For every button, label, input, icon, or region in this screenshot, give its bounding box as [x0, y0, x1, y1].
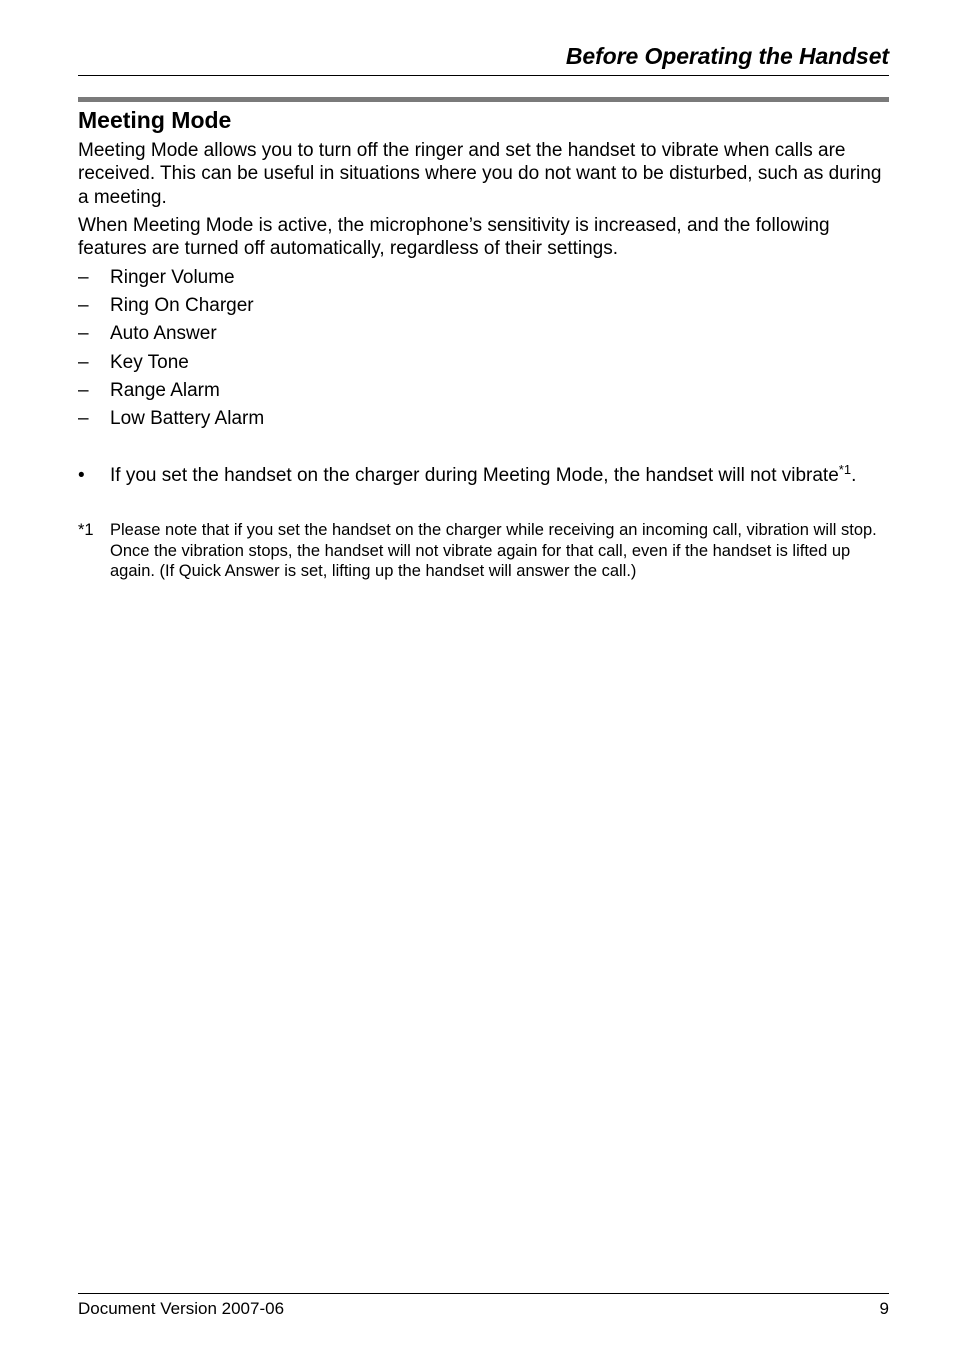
list-item: – Ringer Volume — [78, 264, 264, 292]
running-header-title: Before Operating the Handset — [565, 43, 889, 69]
intro-paragraph: Meeting Mode allows you to turn off the … — [78, 140, 882, 208]
section-divider-bar — [78, 97, 889, 102]
dash-marker: – — [78, 351, 89, 373]
note-text: If you set the handset on the charger du… — [110, 465, 839, 486]
charger-note-text: If you set the handset on the charger du… — [110, 461, 889, 490]
list-item: – Ring On Charger — [78, 292, 264, 320]
list-item-label: Ring On Charger — [110, 295, 254, 317]
dash-marker: – — [78, 323, 89, 345]
list-item-label: Ringer Volume — [110, 267, 235, 288]
list-item-label: Key Tone — [110, 351, 189, 373]
charger-note: • If you set the handset on the charger … — [78, 461, 889, 490]
footnote-reference: *1 — [838, 462, 852, 477]
dash-marker: – — [78, 379, 89, 401]
footer-divider — [78, 1293, 889, 1294]
dash-marker: – — [78, 295, 89, 317]
list-item-label: Range Alarm — [110, 379, 220, 401]
section-title: Meeting Mode — [78, 107, 232, 133]
dash-marker: – — [78, 407, 89, 429]
list-item: – Auto Answer — [78, 320, 264, 348]
note-end: . — [851, 465, 857, 486]
footnote-text: Please note that if you set the handset … — [110, 521, 877, 581]
document-version: Document Version 2007-06 — [78, 1299, 285, 1318]
bullet-marker: • — [78, 465, 85, 486]
list-item-label: Low Battery Alarm — [110, 407, 265, 429]
dash-marker: – — [78, 267, 89, 288]
features-paragraph: When Meeting Mode is active, the microph… — [78, 215, 830, 260]
list-item: – Key Tone — [78, 349, 264, 377]
list-item: – Range Alarm — [78, 377, 264, 405]
disabled-features-list: – Ringer Volume – Ring On Charger – Auto An… — [78, 264, 264, 433]
document-page: Before Operating the Handset Meeting Mod… — [78, 0, 889, 1352]
footnote: *1 Please note that if you set the hands… — [78, 520, 889, 582]
list-item: – Low Battery Alarm — [78, 405, 264, 433]
list-item-label: Auto Answer — [110, 323, 217, 345]
header-divider — [78, 75, 889, 76]
footnote-marker: *1 — [78, 521, 94, 539]
page-number: 9 — [879, 1299, 889, 1318]
